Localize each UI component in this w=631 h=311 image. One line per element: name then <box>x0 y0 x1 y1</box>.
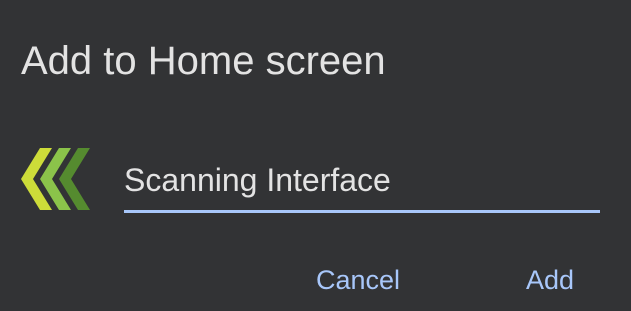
dialog-title: Add to Home screen <box>21 39 386 83</box>
chevron-arrows-icon <box>18 146 94 212</box>
add-to-home-screen-dialog: Add to Home screen Cancel Add <box>0 0 631 311</box>
cancel-button[interactable]: Cancel <box>316 262 400 298</box>
input-underline <box>124 210 600 213</box>
add-button[interactable]: Add <box>526 262 574 298</box>
app-name-field <box>124 152 600 214</box>
app-name-input[interactable] <box>124 152 600 208</box>
